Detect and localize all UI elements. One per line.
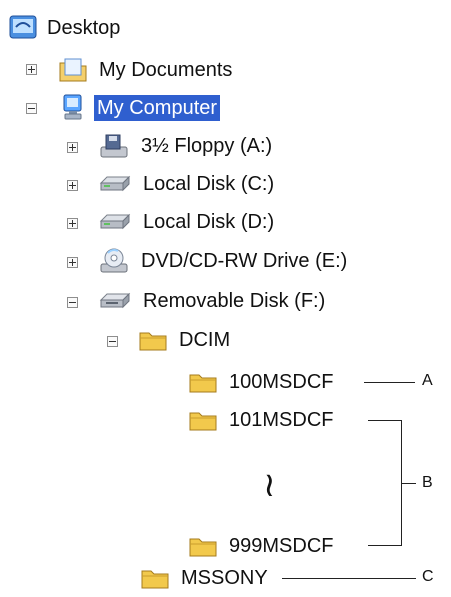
tree-item-dvd-drive[interactable]: DVD/CD-RW Drive (E:): [98, 245, 350, 277]
folder-icon: [139, 332, 167, 351]
hard-disk-icon: [99, 213, 131, 230]
removable-disk-icon: [99, 292, 131, 309]
computer-icon: [63, 94, 82, 120]
folder-documents-icon: [59, 58, 87, 82]
tree-label: 100MSDCF: [229, 371, 334, 393]
tree-label: DVD/CD-RW Drive (E:): [141, 250, 348, 272]
collapse-my-computer-button[interactable]: [26, 103, 37, 114]
expand-dvd-drive-button[interactable]: [67, 257, 78, 268]
folder-icon: [189, 374, 217, 393]
folder-icon: [189, 412, 217, 431]
tree-item-dcim[interactable]: DCIM: [138, 324, 233, 356]
tree-item-removable-disk[interactable]: Removable Disk (F:): [98, 285, 328, 317]
callout-c-line: [282, 578, 416, 579]
expand-local-disk-d-button[interactable]: [67, 218, 78, 229]
tree-item-local-disk-c[interactable]: Local Disk (C:): [98, 168, 277, 200]
tree-item-101msdcf[interactable]: 101MSDCF: [188, 404, 336, 436]
tree-item-mssony[interactable]: MSSONY: [140, 562, 271, 594]
callout-b-stub: [401, 483, 416, 484]
callout-b-top-line: [368, 420, 402, 421]
callout-b-label: B: [422, 474, 433, 491]
folder-icon: [141, 570, 169, 589]
hard-disk-icon: [99, 175, 131, 192]
tree-label: Local Disk (C:): [143, 173, 275, 195]
desktop-icon: [9, 15, 37, 39]
tree-root-desktop[interactable]: Desktop: [8, 12, 123, 44]
tree-label: Local Disk (D:): [143, 211, 275, 233]
tree-item-999msdcf[interactable]: 999MSDCF: [188, 530, 336, 562]
folder-icon: [189, 538, 217, 557]
tree-label: My Documents: [99, 59, 233, 81]
expand-floppy-button[interactable]: [67, 142, 78, 153]
expand-my-documents-button[interactable]: [26, 64, 37, 75]
cd-drive-icon: [100, 248, 128, 273]
tree-item-100msdcf[interactable]: 100MSDCF: [188, 366, 336, 398]
callout-a-label: A: [422, 372, 433, 389]
callout-b-bottom-line: [368, 545, 402, 546]
collapse-removable-disk-button[interactable]: [67, 297, 78, 308]
callout-c-label: C: [422, 568, 434, 585]
expand-local-disk-c-button[interactable]: [67, 180, 78, 191]
tree-label: Desktop: [47, 17, 121, 39]
tree-label-selected: My Computer: [94, 95, 221, 121]
tree-label: Removable Disk (F:): [143, 290, 326, 312]
tree-item-local-disk-d[interactable]: Local Disk (D:): [98, 206, 277, 238]
tree-label: DCIM: [179, 329, 231, 351]
tree-item-my-computer[interactable]: My Computer: [58, 92, 221, 124]
tree-label: MSSONY: [181, 567, 268, 589]
tree-label: 3½ Floppy (A:): [141, 135, 273, 157]
tree-label: 999MSDCF: [229, 535, 334, 557]
tree-item-my-documents[interactable]: My Documents: [58, 54, 235, 86]
tree-label: 101MSDCF: [229, 409, 334, 431]
collapse-dcim-button[interactable]: [107, 336, 118, 347]
tree-item-floppy[interactable]: 3½ Floppy (A:): [98, 130, 275, 162]
omission-mark: ≀: [263, 465, 276, 505]
floppy-drive-icon: [100, 134, 128, 158]
callout-a-line: [364, 382, 415, 383]
